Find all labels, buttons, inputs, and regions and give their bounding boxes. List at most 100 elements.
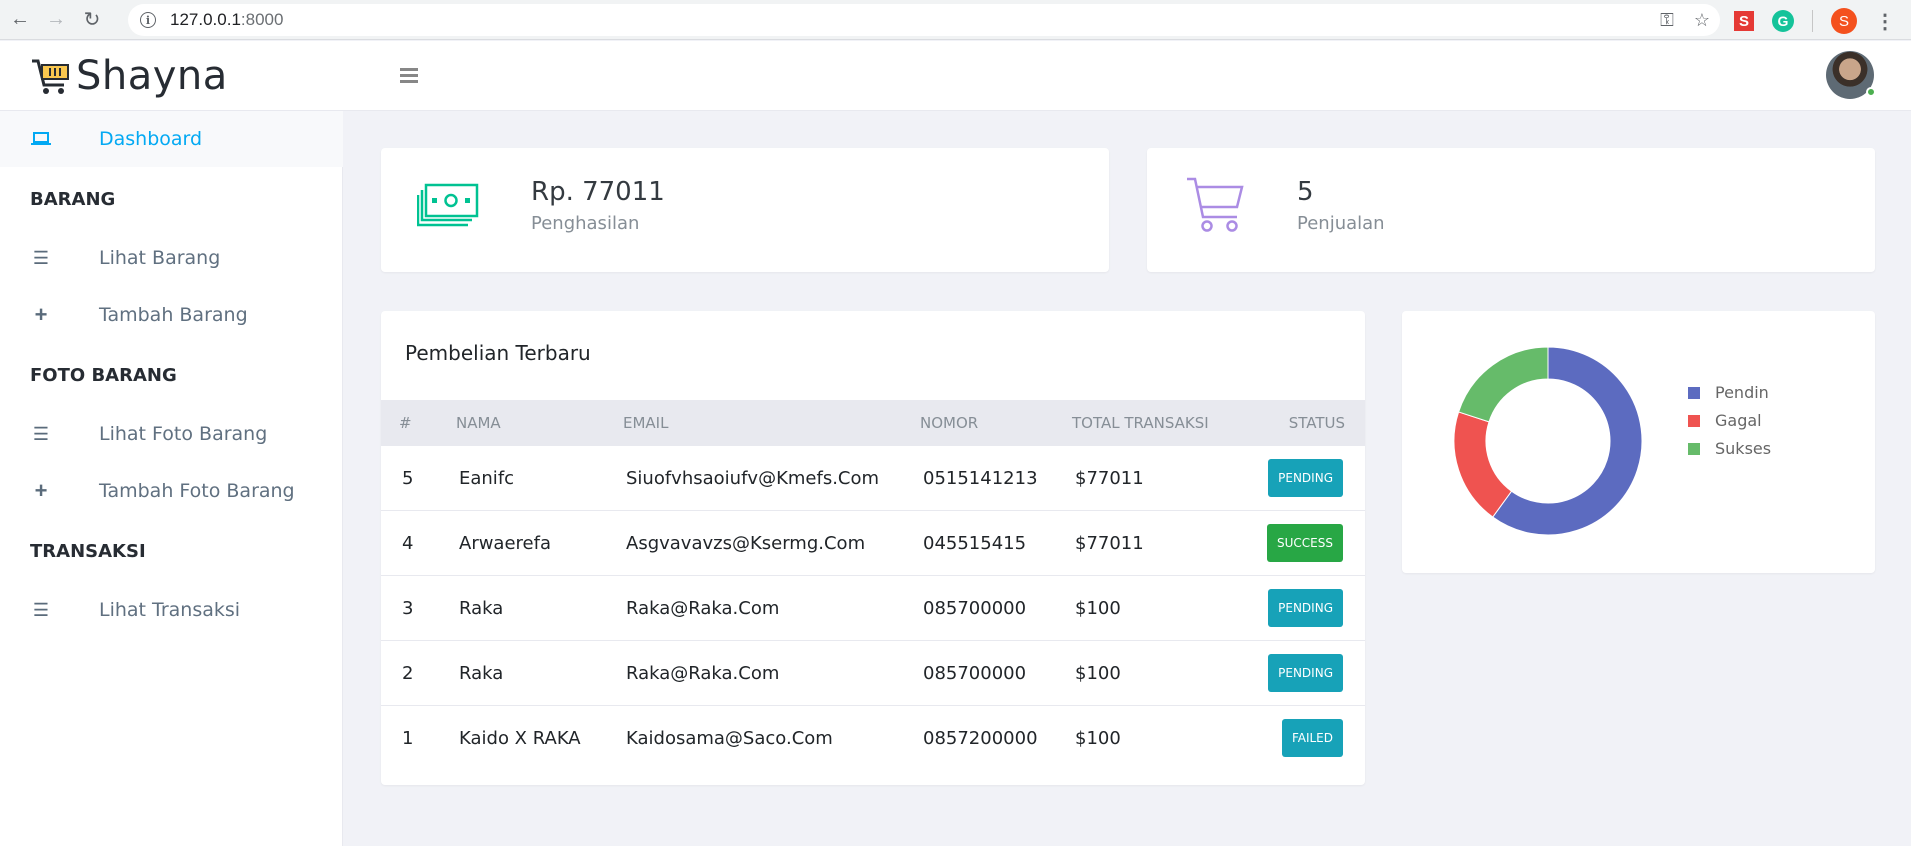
cell-nomor: 0857200000 [923, 728, 1038, 749]
cell-nomor: 085700000 [923, 663, 1027, 684]
table-row: 3 Raka Raka@Raka.Com 085700000 $100 PENDING [381, 575, 1365, 640]
sidebar-item-label: Dashboard [99, 128, 203, 150]
cell-id: 2 [402, 663, 414, 684]
income-card: Rp. 77011 Penghasilan [381, 148, 1109, 272]
reload-icon[interactable]: ↻ [74, 2, 110, 38]
status-badge: FAILED [1281, 719, 1343, 757]
sidebar-item-tambah-foto-barang[interactable]: + Tambah Foto Barang [0, 463, 343, 519]
section-heading-transaksi: TRANSAKSI [30, 541, 146, 562]
laptop-icon [30, 128, 52, 150]
key-icon[interactable]: ⚿ [1660, 10, 1674, 31]
legend-item[interactable]: Gagal [1688, 411, 1762, 430]
cell-email: Asgvavavzs@Ksermg.Com [626, 533, 866, 554]
status-badge: PENDING [1268, 654, 1343, 692]
list-icon: ☰ [32, 423, 50, 444]
column-header-status: STATUS [1288, 414, 1345, 432]
donut-chart [1453, 346, 1643, 536]
extension-s-icon[interactable]: S [1734, 11, 1754, 31]
table-row: 5 Eanifc Siuofvhsaoiufv@Kmefs.Com 051514121… [381, 445, 1365, 510]
shopping-cart-icon [32, 59, 69, 94]
info-icon[interactable]: i [140, 12, 156, 28]
column-header-email: EMAIL [623, 414, 669, 432]
sidebar-item-label: Lihat Transaksi [99, 599, 241, 621]
table-row: 1 Kaido X RAKA Kaidosama@Saco.Com 085720000… [381, 705, 1365, 770]
sidebar-item-lihat-transaksi[interactable]: ☰ Lihat Transaksi [0, 582, 343, 638]
toolbar-divider [1812, 10, 1813, 32]
status-badge: PENDING [1268, 459, 1343, 497]
brand-logo[interactable]: Shayna [30, 53, 228, 99]
cell-total: $100 [1075, 663, 1121, 684]
section-heading-foto-barang: FOTO BARANG [30, 365, 177, 386]
browser-toolbar: ← → ↻ i 127.0.0.1:8000 ⚿ ☆ S G S ⋮ [0, 0, 1911, 40]
cell-total: $100 [1075, 728, 1121, 749]
legend-swatch [1688, 442, 1700, 455]
table-title: Pembelian Terbaru [405, 341, 591, 365]
brand-name: Shayna [76, 53, 228, 99]
column-header-id: # [399, 414, 412, 432]
cell-id: 5 [402, 468, 414, 489]
menu-toggle-icon[interactable] [400, 68, 418, 86]
cell-email: Raka@Raka.Com [626, 598, 780, 619]
url-host: 127.0.0.1 [170, 10, 241, 29]
cell-total: $77011 [1075, 468, 1144, 489]
cell-nomor: 0515141213 [923, 468, 1038, 489]
sales-card: 5 Penjualan [1147, 148, 1875, 272]
sidebar-item-lihat-foto-barang[interactable]: ☰ Lihat Foto Barang [0, 406, 343, 462]
legend-swatch [1688, 386, 1700, 399]
donut-slice-gagal[interactable] [1453, 411, 1513, 518]
table-header: # NAMA EMAIL NOMOR TOTAL TRANSAKSI STATU… [381, 400, 1365, 445]
forward-icon[interactable]: → [38, 2, 74, 38]
online-status-dot [1866, 87, 1876, 97]
grammarly-icon[interactable]: G [1772, 10, 1794, 32]
cell-nama: Raka [459, 598, 504, 619]
income-value: Rp. 77011 [531, 177, 665, 207]
status-badge: SUCCESS [1267, 524, 1343, 562]
cell-nama: Raka [459, 663, 504, 684]
legend-label: Pendin [1715, 383, 1769, 402]
donut-slice-sukses[interactable] [1457, 346, 1549, 423]
legend-item[interactable]: Sukses [1688, 439, 1771, 458]
list-icon: ☰ [32, 247, 50, 268]
sidebar-item-lihat-barang[interactable]: ☰ Lihat Barang [0, 230, 343, 286]
cell-nomor: 045515415 [923, 533, 1027, 554]
sales-value: 5 [1297, 177, 1314, 207]
sidebar-item-label: Lihat Barang [99, 247, 221, 269]
url-port: :8000 [240, 10, 284, 29]
legend-label: Sukses [1715, 439, 1772, 458]
sidebar-item-label: Tambah Foto Barang [99, 480, 295, 502]
url-text[interactable]: 127.0.0.1:8000 [170, 10, 283, 30]
recent-orders-card: Pembelian Terbaru # NAMA EMAIL NOMOR TOT… [381, 311, 1365, 785]
table-row: 2 Raka Raka@Raka.Com 085700000 $100 PENDING [381, 640, 1365, 705]
sidebar-item-label: Lihat Foto Barang [99, 423, 268, 445]
back-icon[interactable]: ← [2, 2, 38, 38]
column-header-nama: NAMA [456, 414, 501, 432]
sales-label: Penjualan [1297, 213, 1385, 234]
cell-total: $77011 [1075, 533, 1144, 554]
income-label: Penghasilan [531, 213, 640, 234]
cell-nama: Eanifc [459, 468, 515, 489]
section-heading-barang: BARANG [30, 189, 116, 210]
browser-menu-icon[interactable]: ⋮ [1875, 9, 1895, 34]
cell-email: Siuofvhsaoiufv@Kmefs.Com [626, 468, 880, 489]
money-icon [417, 183, 479, 227]
cell-id: 4 [402, 533, 414, 554]
plus-icon: + [34, 302, 48, 327]
cell-nama: Arwaerefa [459, 533, 551, 554]
plus-icon: + [34, 478, 48, 503]
column-header-nomor: NOMOR [920, 414, 979, 432]
cell-total: $100 [1075, 598, 1121, 619]
cart-icon [1187, 177, 1244, 232]
star-icon[interactable]: ☆ [1694, 10, 1710, 31]
cell-email: Kaidosama@Saco.Com [626, 728, 833, 749]
address-bar[interactable]: i 127.0.0.1:8000 ⚿ ☆ [128, 4, 1720, 36]
chart-card: Pendin Gagal Sukses [1402, 311, 1875, 573]
column-header-total: TOTAL TRANSAKSI [1072, 414, 1209, 432]
legend-item[interactable]: Pendin [1688, 383, 1769, 402]
cell-nama: Kaido X RAKA [459, 728, 581, 749]
list-icon: ☰ [32, 599, 50, 620]
cell-id: 1 [402, 728, 414, 749]
sidebar: Dashboard BARANG ☰ Lihat Barang + Tambah… [0, 111, 343, 846]
sidebar-item-dashboard[interactable]: Dashboard [0, 111, 343, 167]
sidebar-item-tambah-barang[interactable]: + Tambah Barang [0, 287, 343, 343]
profile-avatar[interactable]: S [1831, 8, 1857, 34]
